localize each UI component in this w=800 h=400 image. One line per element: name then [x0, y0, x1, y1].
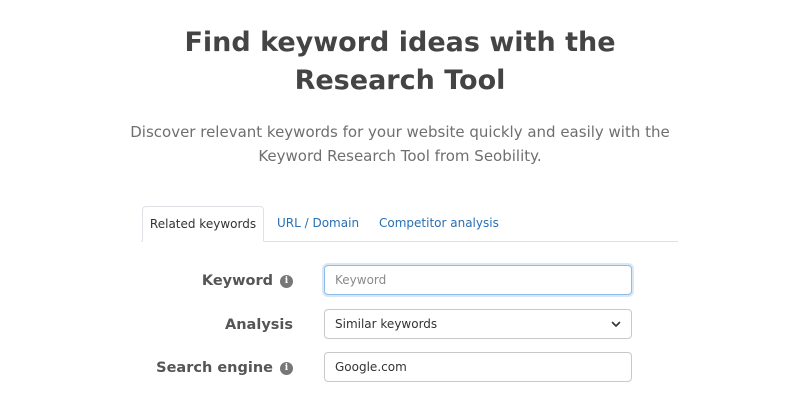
- info-icon[interactable]: i: [280, 361, 293, 375]
- analysis-label-row: Analysis: [225, 310, 293, 340]
- keyword-input[interactable]: [324, 265, 632, 295]
- page-subtitle-line-2: Keyword Research Tool from Seobility.: [258, 147, 542, 165]
- search-engine-field[interactable]: Google.com: [324, 352, 632, 382]
- page-title-line-2: Research Tool: [294, 65, 506, 96]
- page-title-line-1: Find keyword ideas with the: [184, 27, 616, 58]
- page-title: Find keyword ideas with the Research Too…: [0, 24, 800, 100]
- keyword-label-row: Keyword i: [202, 266, 293, 296]
- analysis-label: Analysis: [225, 317, 293, 333]
- analysis-select[interactable]: Similar keywords: [324, 309, 632, 339]
- page-subtitle: Discover relevant keywords for your webs…: [0, 120, 800, 168]
- search-engine-label: Search engine: [156, 360, 273, 376]
- page-subtitle-line-1: Discover relevant keywords for your webs…: [130, 123, 670, 141]
- tab-related-keywords[interactable]: Related keywords: [142, 206, 264, 242]
- info-icon[interactable]: i: [280, 274, 293, 288]
- research-tool-page: Find keyword ideas with the Research Too…: [0, 0, 800, 400]
- search-engine-value: Google.com: [335, 360, 407, 374]
- analysis-selected-value: Similar keywords: [335, 317, 438, 331]
- search-engine-label-row: Search engine i: [156, 353, 293, 383]
- research-tabs: Related keywords URL / Domain Competitor…: [141, 206, 678, 242]
- tab-url-domain[interactable]: URL / Domain: [277, 206, 359, 241]
- keyword-label: Keyword: [201, 273, 273, 289]
- tab-competitor-analysis[interactable]: Competitor analysis: [379, 206, 499, 241]
- chevron-down-icon: [611, 321, 621, 327]
